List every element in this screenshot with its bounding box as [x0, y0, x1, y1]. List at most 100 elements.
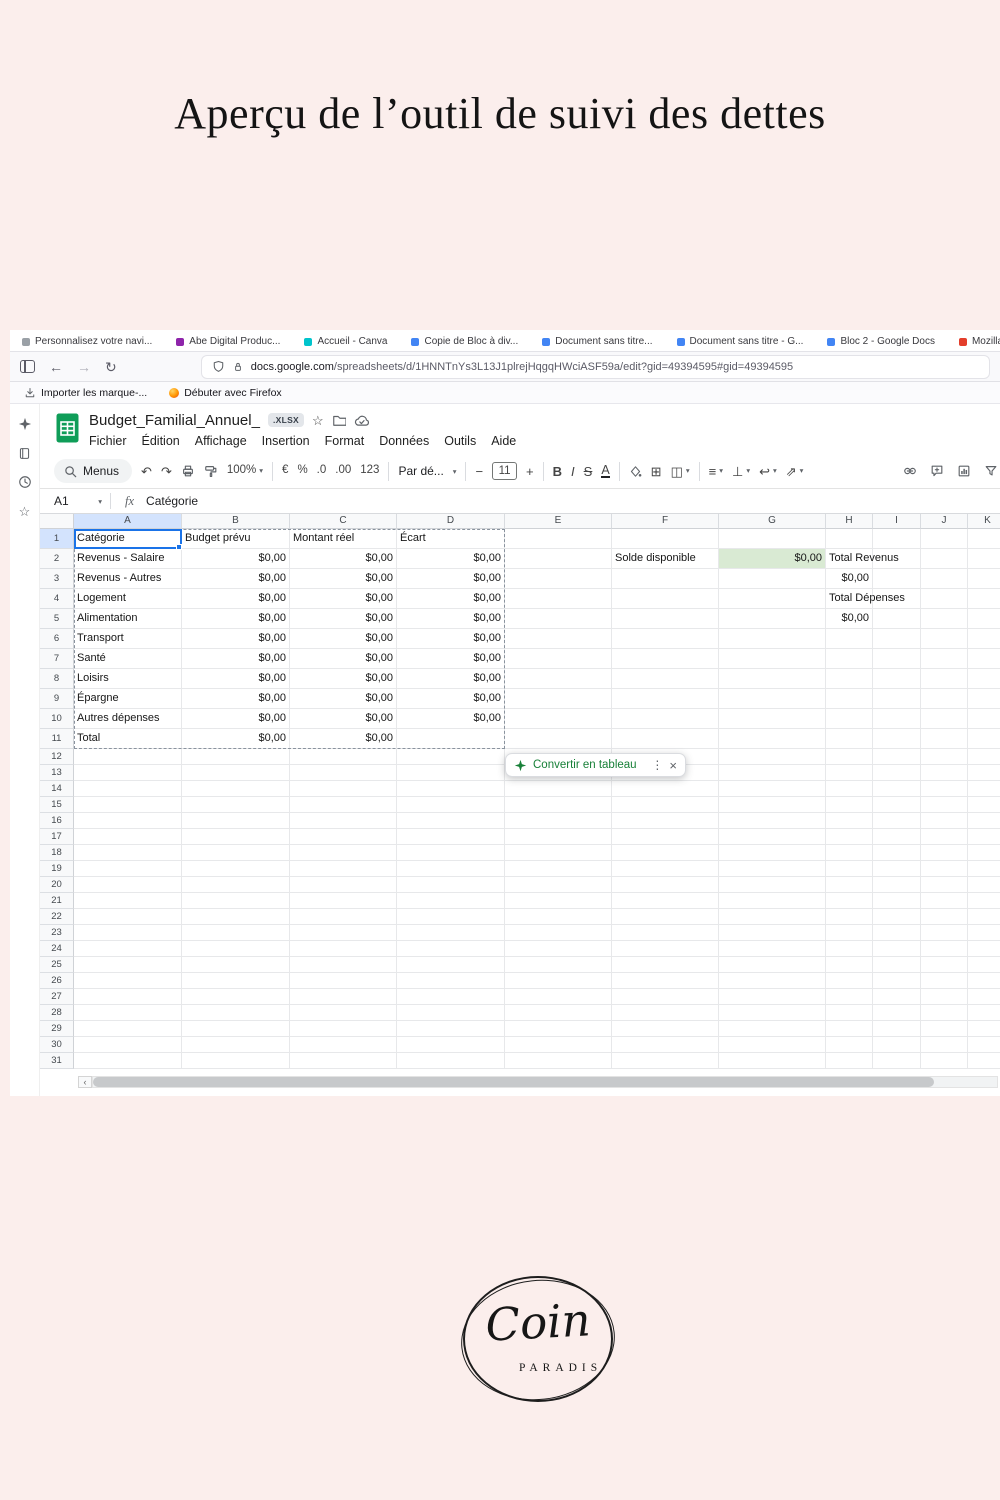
menu-item[interactable]: Données — [379, 434, 429, 448]
cell-F29[interactable] — [612, 1021, 719, 1037]
cell-F18[interactable] — [612, 845, 719, 861]
cell-A27[interactable] — [74, 989, 182, 1005]
back-icon[interactable]: ← — [49, 360, 63, 374]
cell-F3[interactable] — [612, 569, 719, 589]
cell-E26[interactable] — [505, 973, 612, 989]
cell-H27[interactable] — [826, 989, 873, 1005]
cell-B18[interactable] — [182, 845, 290, 861]
cell-D28[interactable] — [397, 1005, 505, 1021]
cell-G3[interactable] — [719, 569, 826, 589]
cell-H28[interactable] — [826, 1005, 873, 1021]
cell-H17[interactable] — [826, 829, 873, 845]
cell-F24[interactable] — [612, 941, 719, 957]
cell-A15[interactable] — [74, 797, 182, 813]
cell-A23[interactable] — [74, 925, 182, 941]
cell-D20[interactable] — [397, 877, 505, 893]
cell-A16[interactable] — [74, 813, 182, 829]
cell-I5[interactable] — [873, 609, 921, 629]
cell-D25[interactable] — [397, 957, 505, 973]
cell-B15[interactable] — [182, 797, 290, 813]
cell-J22[interactable] — [921, 909, 968, 925]
bookmarks-star-icon[interactable]: ☆ — [17, 503, 33, 519]
cell-H19[interactable] — [826, 861, 873, 877]
cell-E2[interactable] — [505, 549, 612, 569]
cell-G26[interactable] — [719, 973, 826, 989]
cell-C19[interactable] — [290, 861, 397, 877]
cell-G13[interactable] — [719, 765, 826, 781]
row-header-29[interactable]: 29 — [40, 1021, 74, 1037]
row-header-2[interactable]: 2 — [40, 549, 74, 569]
cell-K5[interactable] — [968, 609, 1000, 629]
row-header-8[interactable]: 8 — [40, 669, 74, 689]
cell-H1[interactable] — [826, 529, 873, 549]
row-header-23[interactable]: 23 — [40, 925, 74, 941]
cell-C17[interactable] — [290, 829, 397, 845]
cell-H21[interactable] — [826, 893, 873, 909]
cell-K8[interactable] — [968, 669, 1000, 689]
cell-A24[interactable] — [74, 941, 182, 957]
column-header-G[interactable]: G — [719, 514, 826, 529]
cell-I18[interactable] — [873, 845, 921, 861]
cell-B24[interactable] — [182, 941, 290, 957]
cell-E1[interactable] — [505, 529, 612, 549]
cell-E4[interactable] — [505, 589, 612, 609]
cell-D30[interactable] — [397, 1037, 505, 1053]
cell-E21[interactable] — [505, 893, 612, 909]
cell-I1[interactable] — [873, 529, 921, 549]
cell-D21[interactable] — [397, 893, 505, 909]
cell-H22[interactable] — [826, 909, 873, 925]
cell-H16[interactable] — [826, 813, 873, 829]
cell-B23[interactable] — [182, 925, 290, 941]
cell-E8[interactable] — [505, 669, 612, 689]
cell-G28[interactable] — [719, 1005, 826, 1021]
cell-J18[interactable] — [921, 845, 968, 861]
cell-B21[interactable] — [182, 893, 290, 909]
cell-K26[interactable] — [968, 973, 1000, 989]
zoom-select[interactable]: 100% ▾ — [227, 465, 263, 477]
cell-E22[interactable] — [505, 909, 612, 925]
notebook-icon[interactable] — [17, 445, 33, 461]
bookmark-firefox-item[interactable]: Débuter avec Firefox — [169, 387, 282, 399]
cell-F14[interactable] — [612, 781, 719, 797]
cell-H12[interactable] — [826, 749, 873, 765]
cell-I20[interactable] — [873, 877, 921, 893]
grid-corner[interactable] — [40, 514, 74, 529]
cell-D27[interactable] — [397, 989, 505, 1005]
cell-D16[interactable] — [397, 813, 505, 829]
cell-C15[interactable] — [290, 797, 397, 813]
row-header-16[interactable]: 16 — [40, 813, 74, 829]
cell-A12[interactable] — [74, 749, 182, 765]
menu-item[interactable]: Outils — [444, 434, 476, 448]
cell-K31[interactable] — [968, 1053, 1000, 1069]
cell-H30[interactable] — [826, 1037, 873, 1053]
cell-A28[interactable] — [74, 1005, 182, 1021]
cell-D14[interactable] — [397, 781, 505, 797]
format-currency-button[interactable]: € — [282, 465, 288, 477]
row-header-31[interactable]: 31 — [40, 1053, 74, 1069]
cell-K17[interactable] — [968, 829, 1000, 845]
decrease-decimals-button[interactable]: .0 — [317, 465, 327, 477]
cell-J9[interactable] — [921, 689, 968, 709]
column-header-K[interactable]: K — [968, 514, 1000, 529]
cell-J23[interactable] — [921, 925, 968, 941]
row-header-5[interactable]: 5 — [40, 609, 74, 629]
cell-B27[interactable] — [182, 989, 290, 1005]
more-formats-button[interactable]: 123 — [360, 465, 379, 477]
cell-A25[interactable] — [74, 957, 182, 973]
cell-B31[interactable] — [182, 1053, 290, 1069]
cell-I31[interactable] — [873, 1053, 921, 1069]
cell-H14[interactable] — [826, 781, 873, 797]
cell-I22[interactable] — [873, 909, 921, 925]
cell-E10[interactable] — [505, 709, 612, 729]
cell-J10[interactable] — [921, 709, 968, 729]
cell-J7[interactable] — [921, 649, 968, 669]
cell-K23[interactable] — [968, 925, 1000, 941]
cell-K6[interactable] — [968, 629, 1000, 649]
cell-I29[interactable] — [873, 1021, 921, 1037]
browser-tab[interactable]: Copie de Bloc à div... — [411, 336, 518, 347]
cell-I10[interactable] — [873, 709, 921, 729]
cell-D17[interactable] — [397, 829, 505, 845]
cell-G11[interactable] — [719, 729, 826, 749]
cell-C23[interactable] — [290, 925, 397, 941]
cell-I3[interactable] — [873, 569, 921, 589]
